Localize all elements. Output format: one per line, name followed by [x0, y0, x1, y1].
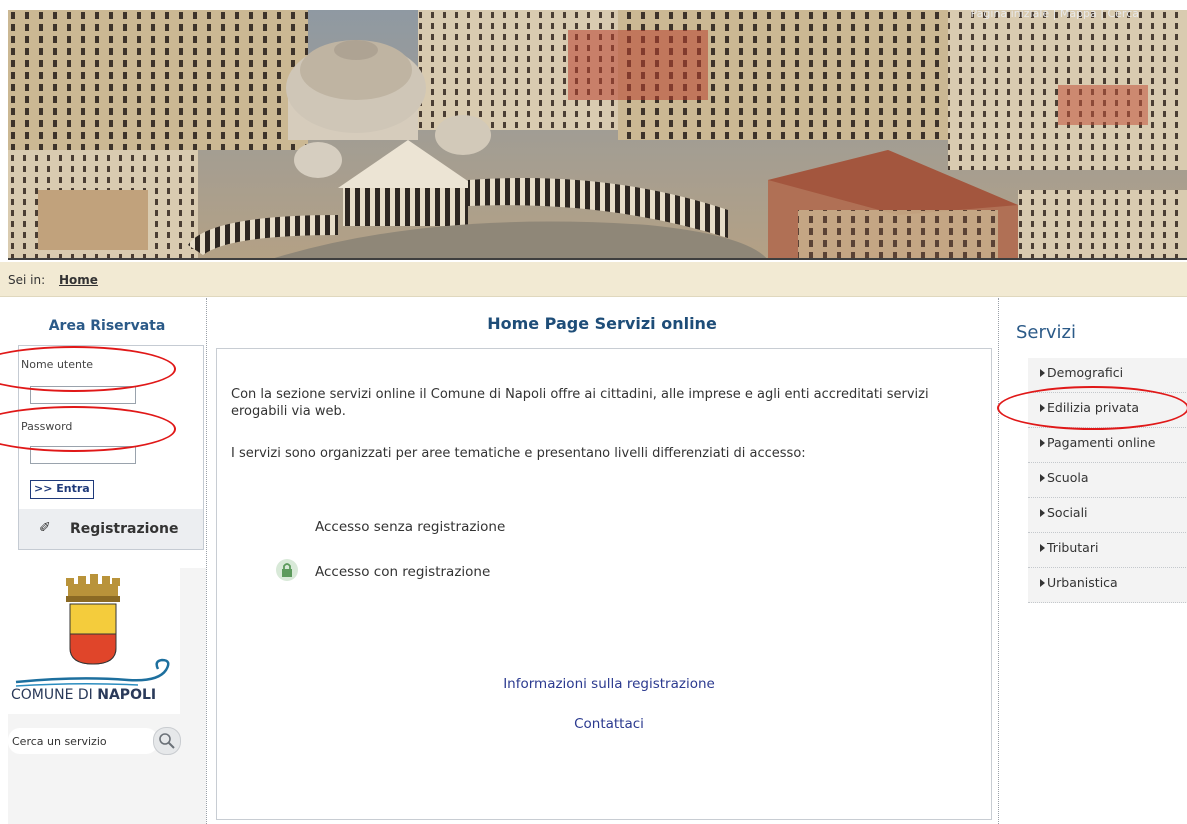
services-title: Servizi [1016, 322, 1077, 343]
content-panel: Con la sezione servizi online il Comune … [216, 348, 992, 820]
banner-caption: Pagina iniziale | Mappa | Cerca [970, 10, 1139, 20]
contact-link[interactable]: Contattaci [217, 716, 1001, 732]
service-label: Tributari [1047, 540, 1099, 555]
login-submit-button[interactable]: >> Entra [30, 480, 94, 499]
service-item-sociali[interactable]: Sociali [1028, 498, 1187, 533]
registration-link[interactable]: Registrazione [70, 521, 179, 537]
arrow-right-icon [1040, 439, 1045, 447]
breadcrumb-home-link[interactable]: Home [59, 273, 98, 287]
banner-top-strip [0, 0, 1187, 10]
login-form: Nome utente Password >> Entra [18, 345, 204, 511]
password-label: Password [21, 420, 73, 433]
intro-paragraph: Con la sezione servizi online il Comune … [231, 387, 929, 419]
header-banner-image: Pagina iniziale | Mappa | Cerca [8, 10, 1187, 260]
access-free-label: Accesso senza registrazione [315, 519, 506, 535]
service-item-edilizia-privata[interactable]: Edilizia privata [1028, 393, 1187, 428]
search-icon [159, 733, 175, 749]
service-item-tributari[interactable]: Tributari [1028, 533, 1187, 568]
search-button[interactable] [153, 727, 181, 755]
login-title: Area Riservata [48, 318, 166, 334]
arrow-right-icon [1040, 579, 1045, 587]
logo-text-light: COMUNE DI [11, 687, 98, 703]
arrow-right-icon [1040, 369, 1045, 377]
registration-link-row[interactable]: ✐ Registrazione [18, 509, 204, 550]
service-label: Demografici [1047, 365, 1124, 380]
service-label: Sociali [1047, 505, 1088, 520]
left-sidebar: Area Riservata Nome utente Password >> E… [8, 298, 207, 824]
service-item-pagamenti-online[interactable]: Pagamenti online [1028, 428, 1187, 463]
comune-napoli-logo[interactable]: COMUNE DI NAPOLI [8, 568, 180, 714]
password-input[interactable] [30, 446, 136, 464]
search-input[interactable] [12, 732, 132, 750]
logo-text: COMUNE DI NAPOLI [11, 687, 156, 703]
breadcrumb-prefix: Sei in: [8, 273, 46, 287]
arrow-right-icon [1040, 474, 1045, 482]
registration-info-link[interactable]: Informazioni sulla registrazione [217, 676, 1001, 692]
pencil-icon: ✐ [39, 520, 51, 536]
access-registered-label: Accesso con registrazione [315, 564, 491, 580]
services-menu: Demografici Edilizia privata Pagamenti o… [1028, 358, 1187, 603]
service-label: Urbanistica [1047, 575, 1118, 590]
access-levels-paragraph: I servizi sono organizzati per aree tema… [231, 446, 806, 461]
services-sidebar: Servizi Demografici Edilizia privata Pag… [998, 298, 1187, 824]
breadcrumb: Sei in: Home [0, 262, 1187, 297]
service-item-urbanistica[interactable]: Urbanistica [1028, 568, 1187, 603]
logo-text-bold: NAPOLI [97, 687, 157, 703]
service-label: Edilizia privata [1047, 400, 1140, 415]
banner-left-strip [0, 0, 8, 262]
service-item-demografici[interactable]: Demografici [1028, 358, 1187, 393]
main-content: Home Page Servizi online Con la sezione … [207, 298, 997, 824]
arrow-right-icon [1040, 509, 1045, 517]
username-label: Nome utente [21, 358, 94, 371]
service-label: Pagamenti online [1047, 435, 1156, 450]
username-input[interactable] [30, 386, 136, 404]
search-box [8, 728, 158, 754]
lock-icon [276, 559, 298, 581]
arrow-right-icon [1040, 544, 1045, 552]
arrow-right-icon [1040, 404, 1045, 412]
banner-bottom-line [8, 258, 1187, 260]
page-title: Home Page Servizi online [487, 314, 717, 333]
service-item-scuola[interactable]: Scuola [1028, 463, 1187, 498]
service-label: Scuola [1047, 470, 1089, 485]
